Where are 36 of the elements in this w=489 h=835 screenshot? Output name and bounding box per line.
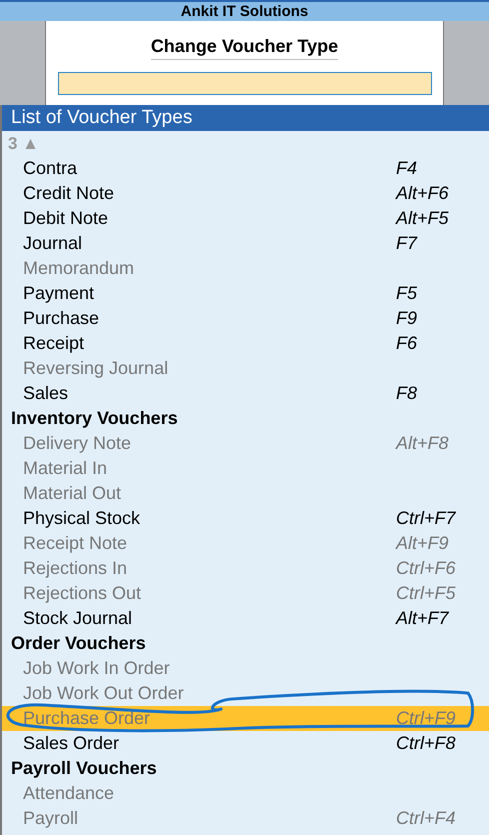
shortcut-key: Alt+F5 bbox=[396, 206, 489, 231]
group-heading: Payroll Vouchers bbox=[11, 757, 157, 780]
list-item[interactable]: Debit Note Alt+F5 bbox=[2, 206, 489, 231]
list-item[interactable]: Purchase F9 bbox=[2, 306, 489, 331]
shortcut-key: Ctrl+F6 bbox=[396, 556, 489, 581]
list-title: List of Voucher Types bbox=[2, 105, 489, 131]
list-item[interactable]: Stock Journal Alt+F7 bbox=[2, 606, 489, 631]
company-title-bar: Ankit IT Solutions bbox=[0, 0, 489, 21]
shortcut-key: F9 bbox=[396, 306, 489, 331]
shortcut-key: Alt+F6 bbox=[396, 181, 489, 206]
list-item[interactable]: Sales F8 bbox=[2, 381, 489, 406]
group-heading: Order Vouchers bbox=[11, 632, 146, 655]
shortcut-key: Ctrl+F5 bbox=[396, 581, 489, 606]
shortcut-key: Alt+F9 bbox=[396, 531, 489, 556]
shortcut-key: Ctrl+F4 bbox=[396, 806, 489, 831]
shortcut-key: Ctrl+F7 bbox=[396, 506, 489, 531]
list-item[interactable]: Credit Note Alt+F6 bbox=[2, 181, 489, 206]
scroll-indicator: 3 ▲ bbox=[8, 134, 40, 153]
list-item[interactable]: Sales Order Ctrl+F8 bbox=[2, 731, 489, 756]
list-item[interactable]: Contra F4 bbox=[2, 156, 489, 181]
list-item[interactable]: Receipt F6 bbox=[2, 331, 489, 356]
shortcut-key: F7 bbox=[396, 231, 489, 256]
shortcut-key: Alt+F8 bbox=[396, 431, 489, 456]
list-item[interactable]: Payment F5 bbox=[2, 281, 489, 306]
shortcut-key: Alt+F7 bbox=[396, 606, 489, 631]
list-item[interactable]: Physical Stock Ctrl+F7 bbox=[2, 506, 489, 531]
shortcut-key: F4 bbox=[396, 156, 489, 181]
input-field[interactable] bbox=[58, 72, 432, 95]
shortcut-key: Ctrl+F8 bbox=[396, 731, 489, 756]
dialog-title: Change Voucher Type bbox=[150, 36, 338, 60]
shortcut-key: F6 bbox=[396, 331, 489, 356]
group-heading: Inventory Vouchers bbox=[11, 407, 178, 430]
shortcut-key: F8 bbox=[396, 381, 489, 406]
shortcut-key: Ctrl+F9 bbox=[396, 706, 489, 731]
list-item[interactable]: Journal F7 bbox=[2, 231, 489, 256]
shortcut-key: F5 bbox=[396, 281, 489, 306]
